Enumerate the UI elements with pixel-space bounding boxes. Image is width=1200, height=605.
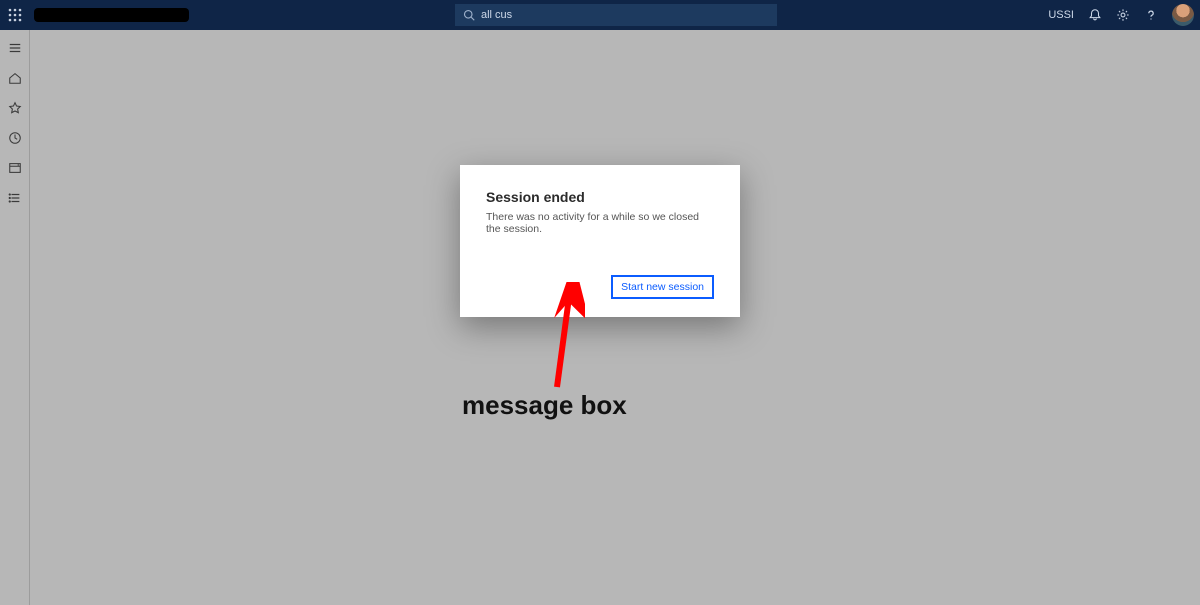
brand-redacted xyxy=(34,8,189,22)
top-right-controls: USSI xyxy=(1048,0,1194,30)
start-new-session-button[interactable]: Start new session xyxy=(611,275,714,299)
search-input[interactable] xyxy=(481,9,769,21)
favorites-star-icon[interactable] xyxy=(7,100,23,116)
top-nav-bar: USSI xyxy=(0,0,1200,30)
user-avatar[interactable] xyxy=(1172,4,1194,26)
recent-clock-icon[interactable] xyxy=(7,130,23,146)
company-code-label[interactable]: USSI xyxy=(1048,9,1074,21)
session-ended-dialog: Session ended There was no activity for … xyxy=(460,165,740,317)
notifications-icon[interactable] xyxy=(1088,8,1102,22)
list-icon[interactable] xyxy=(7,190,23,206)
global-search[interactable] xyxy=(455,4,777,26)
annotation-label: message box xyxy=(462,390,627,421)
home-icon[interactable] xyxy=(7,70,23,86)
settings-gear-icon[interactable] xyxy=(1116,8,1130,22)
dialog-title: Session ended xyxy=(486,189,714,205)
dialog-message: There was no activity for a while so we … xyxy=(486,211,714,235)
hamburger-menu-icon[interactable] xyxy=(7,40,23,56)
workspaces-icon[interactable] xyxy=(7,160,23,176)
help-icon[interactable] xyxy=(1144,8,1158,22)
search-icon xyxy=(463,9,475,21)
dialog-actions: Start new session xyxy=(486,275,714,299)
left-nav-rail xyxy=(0,30,30,605)
app-launcher-icon[interactable] xyxy=(0,0,30,30)
